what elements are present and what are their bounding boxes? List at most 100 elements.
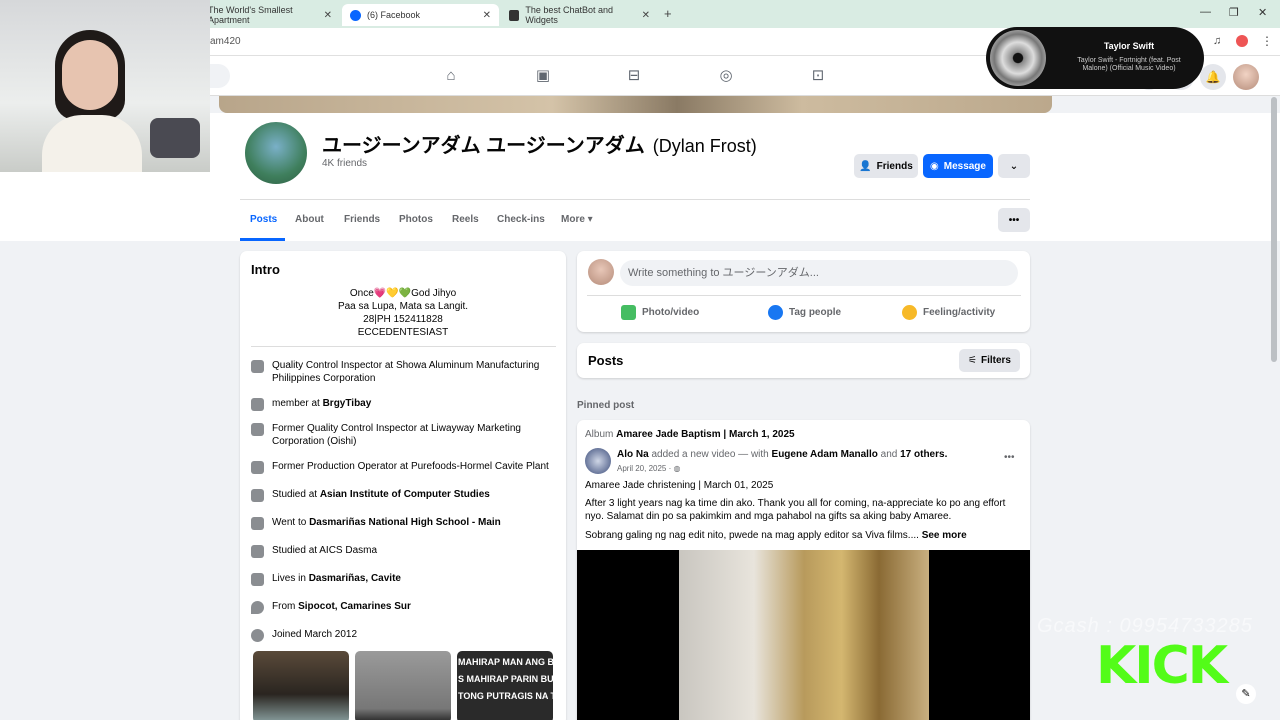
- new-tab-icon[interactable]: +: [664, 6, 672, 21]
- intro-item-link[interactable]: BrgyTibay: [323, 398, 372, 409]
- composer-input[interactable]: Write something to ユージーンアダム...: [620, 260, 1018, 286]
- close-icon[interactable]: ✕: [324, 10, 332, 21]
- album-prefix: Album: [585, 429, 614, 440]
- posts-header: Posts ⚟ Filters: [577, 343, 1030, 378]
- friends-icon: 👤: [859, 160, 872, 172]
- close-icon[interactable]: ✕: [483, 10, 491, 21]
- filters-label: Filters: [980, 355, 1011, 366]
- smiley-icon: [902, 305, 917, 320]
- extension-icon[interactable]: [1236, 35, 1248, 47]
- album-link[interactable]: Amaree Jade Baptism | March 1, 2025: [616, 429, 794, 440]
- album-line: Album Amaree Jade Baptism | March 1, 202…: [585, 428, 1015, 441]
- tag-people-button[interactable]: Tag people: [768, 305, 841, 320]
- intro-photo[interactable]: [355, 651, 451, 720]
- friends-button[interactable]: 👤 Friends: [854, 154, 918, 178]
- divider: [587, 295, 1021, 296]
- tab-checkins[interactable]: Check-ins: [497, 214, 545, 225]
- intro-lives-item: Lives in Dasmariñas, Cavite: [251, 572, 551, 586]
- post-and: and: [880, 449, 898, 460]
- intro-item-text: Went to Dasmariñas National High School …: [272, 517, 501, 528]
- tab-more[interactable]: More ▾: [561, 214, 593, 225]
- gaming-icon[interactable]: ⊡: [809, 67, 827, 85]
- composer-avatar[interactable]: [588, 259, 614, 285]
- author-name[interactable]: Alo Na: [617, 449, 649, 460]
- menu-dots-icon[interactable]: ⋮: [1261, 34, 1273, 48]
- video-icon[interactable]: ▣: [534, 67, 552, 85]
- posts-title: Posts: [588, 353, 624, 368]
- filters-button[interactable]: ⚟ Filters: [959, 349, 1020, 372]
- profile-alt-name: (Dylan Frost): [652, 136, 757, 156]
- clock-icon: [251, 629, 264, 642]
- media-control-icon[interactable]: ♫: [1213, 35, 1221, 47]
- intro-photo[interactable]: [253, 651, 349, 720]
- intro-education-item: Went to Dasmariñas National High School …: [251, 516, 551, 530]
- intro-item-link[interactable]: Asian Institute of Computer Studies: [320, 489, 490, 500]
- profile-avatar[interactable]: [243, 120, 309, 186]
- browser-tab[interactable]: The best ChatBot and Widgets ✕: [501, 4, 658, 26]
- more-options-button[interactable]: •••: [998, 208, 1030, 232]
- message-button[interactable]: ◉ Message: [923, 154, 993, 178]
- divider: [251, 346, 556, 347]
- post-video[interactable]: [577, 550, 1030, 720]
- scrollbar[interactable]: [1271, 97, 1277, 362]
- post-action: added a new video — with: [651, 449, 769, 460]
- tagged-others[interactable]: 17 others.: [900, 449, 947, 460]
- browser-tab-active[interactable]: (6) Facebook ✕: [342, 4, 499, 26]
- author-avatar[interactable]: [585, 448, 611, 474]
- minimize-icon[interactable]: —: [1200, 6, 1211, 18]
- post-body-line: Amaree Jade christening | March 01, 2025: [585, 480, 774, 491]
- intro-item-text: Former Production Operator at Purefoods-…: [272, 461, 549, 472]
- search-field-edge[interactable]: [210, 64, 230, 88]
- intro-joined-item: Joined March 2012: [251, 628, 551, 642]
- groups-icon[interactable]: ◎: [717, 67, 735, 85]
- photo-video-button[interactable]: Photo/video: [621, 305, 699, 320]
- tab-about[interactable]: About: [295, 214, 324, 225]
- feeling-activity-label: Feeling/activity: [923, 307, 996, 318]
- profile-name-text: ユージーンアダム ユージーンアダム: [322, 135, 645, 157]
- url-text: am420: [210, 36, 241, 47]
- friend-count[interactable]: 4K friends: [322, 158, 367, 169]
- notifications-icon[interactable]: 🔔: [1200, 64, 1226, 90]
- new-message-icon[interactable]: ✎: [1236, 684, 1256, 704]
- tab-reels[interactable]: Reels: [452, 214, 479, 225]
- cover-photo[interactable]: [219, 96, 1052, 113]
- friends-button-label: Friends: [876, 160, 913, 172]
- graduation-cap-icon: [251, 517, 264, 530]
- more-dots-icon: •••: [1008, 214, 1020, 226]
- tab-title: The World's Smallest Apartment: [208, 5, 293, 25]
- post-options-icon[interactable]: •••: [1004, 452, 1015, 463]
- divider: [240, 199, 1030, 200]
- intro-work-item: Quality Control Inspector at Showa Alumi…: [251, 359, 551, 385]
- tab-title: The best ChatBot and Widgets: [525, 5, 613, 25]
- tab-friends[interactable]: Friends: [344, 214, 380, 225]
- tagged-person[interactable]: Eugene Adam Manallo: [772, 449, 878, 460]
- chatbot-icon: [509, 9, 520, 21]
- home-icon[interactable]: ⌂: [442, 67, 460, 85]
- tab-posts[interactable]: Posts: [250, 214, 277, 225]
- window-close-icon[interactable]: ✕: [1258, 6, 1267, 19]
- marketplace-icon[interactable]: ⊟: [625, 67, 643, 85]
- intro-item-link[interactable]: Dasmariñas National High School - Main: [309, 517, 501, 528]
- intro-photo[interactable]: MAHIRAP MAN ANG BUH S MAHIRAP PARIN BUKS…: [457, 651, 553, 720]
- home-icon: [251, 573, 264, 586]
- bio-line: 28|PH 152411828: [363, 314, 443, 325]
- intro-item-text: Studied at AICS Dasma: [272, 545, 378, 556]
- profile-options-button[interactable]: ⌄: [998, 154, 1030, 178]
- webcam-face: [62, 40, 118, 110]
- webcam-prop: [150, 118, 200, 158]
- intro-card: Intro Once💗💛💚God Jihyo Paa sa Lupa, Mata…: [240, 251, 566, 720]
- post-date[interactable]: April 20, 2025 · ◍: [617, 462, 1030, 475]
- bio: Once💗💛💚God Jihyo Paa sa Lupa, Mata sa La…: [240, 287, 566, 339]
- account-avatar[interactable]: [1233, 64, 1259, 90]
- feeling-activity-button[interactable]: Feeling/activity: [902, 305, 995, 320]
- intro-item-text: Joined March 2012: [272, 629, 358, 640]
- browser-tab[interactable]: The World's Smallest Apartment ✕: [200, 4, 340, 26]
- vinyl-disc-icon: [990, 30, 1046, 86]
- see-more-link[interactable]: See more: [922, 530, 967, 541]
- intro-item-link[interactable]: Sipocot, Camarines Sur: [298, 601, 411, 612]
- intro-item-link[interactable]: Dasmariñas, Cavite: [309, 573, 401, 584]
- close-icon[interactable]: ✕: [642, 10, 650, 21]
- maximize-icon[interactable]: ❐: [1229, 6, 1239, 19]
- intro-member-item: member at BrgyTibay: [251, 397, 551, 411]
- tab-photos[interactable]: Photos: [399, 214, 433, 225]
